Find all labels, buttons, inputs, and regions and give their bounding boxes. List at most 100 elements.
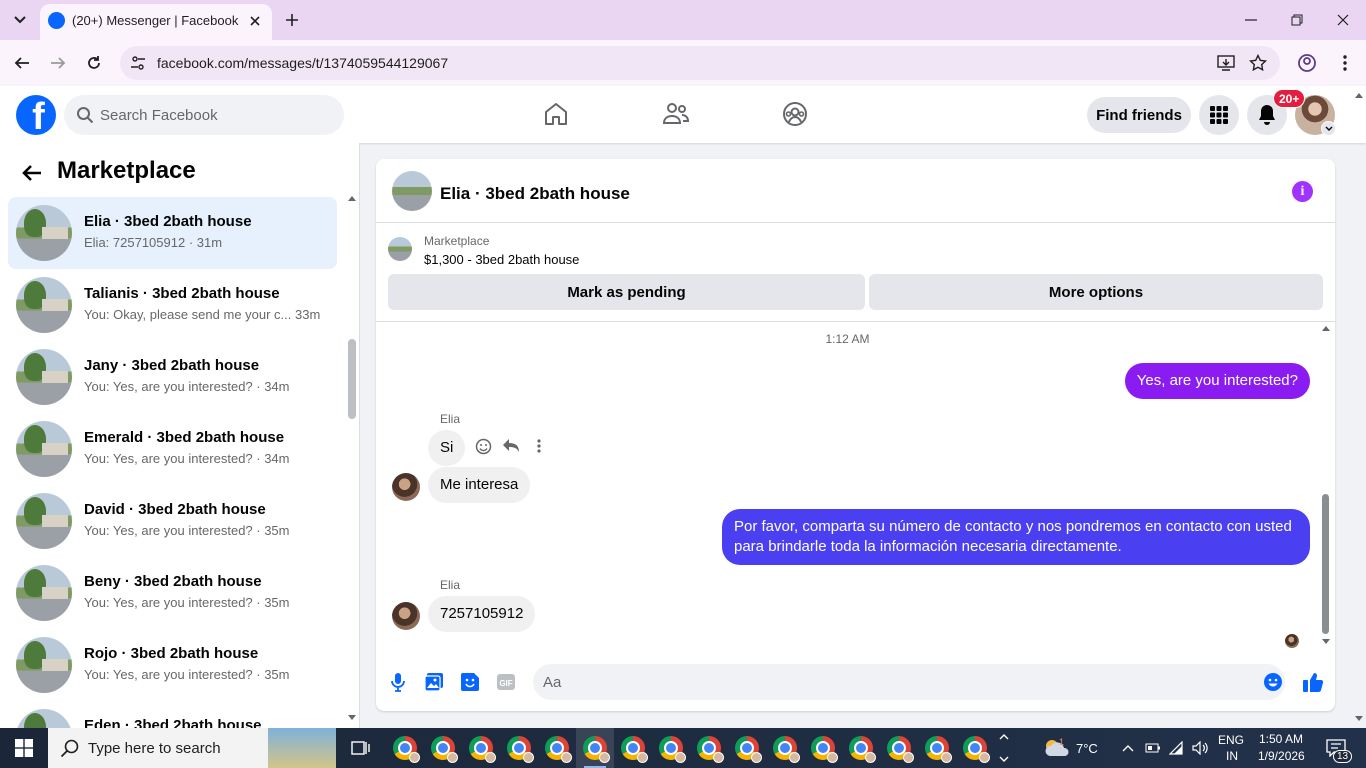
like-thumb-icon[interactable] — [1302, 671, 1324, 693]
chrome-taskbar-icon[interactable] — [766, 728, 804, 768]
chrome-taskbar-icon[interactable] — [424, 728, 462, 768]
friends-icon[interactable] — [662, 100, 690, 128]
chrome-taskbar-icon[interactable] — [386, 728, 424, 768]
tray-chevron-up-icon[interactable] — [1118, 738, 1138, 758]
reply-icon[interactable] — [501, 436, 521, 456]
incoming-message[interactable]: Me interesa — [428, 467, 531, 503]
browser-menu-icon[interactable] — [1333, 51, 1357, 75]
sender-avatar[interactable] — [392, 602, 420, 630]
chrome-taskbar-icon[interactable] — [462, 728, 500, 768]
chrome-taskbar-icon[interactable] — [690, 728, 728, 768]
notification-count-badge: 13 — [1333, 750, 1353, 763]
photo-icon[interactable] — [423, 671, 445, 693]
minimize-icon[interactable] — [1241, 10, 1261, 30]
message-input[interactable] — [533, 664, 1285, 700]
conversation-item[interactable]: Beny · 3bed 2bath house You: Yes, are yo… — [8, 557, 337, 629]
find-friends-button[interactable]: Find friends — [1087, 97, 1191, 133]
chat-title[interactable]: Elia · 3bed 2bath house — [440, 184, 630, 204]
listing-label: Marketplace — [424, 234, 490, 248]
page-scrollbar[interactable] — [1352, 86, 1366, 728]
install-app-icon[interactable] — [1215, 52, 1237, 74]
chrome-taskbar-icon[interactable] — [918, 728, 956, 768]
outgoing-message[interactable]: Por favor, comparta su número de contact… — [722, 509, 1310, 565]
conversation-item[interactable]: Rojo · 3bed 2bath house You: Yes, are yo… — [8, 629, 337, 701]
conversation-item[interactable]: Emerald · 3bed 2bath house You: Yes, are… — [8, 413, 337, 485]
sticker-icon[interactable] — [459, 671, 481, 693]
taskbar-search-placeholder: Type here to search — [88, 740, 221, 757]
forward-arrow-icon[interactable] — [46, 51, 70, 75]
clock-date[interactable]: 1/9/2026 — [1258, 749, 1305, 763]
search-icon — [77, 107, 94, 124]
windows-start-icon[interactable] — [0, 728, 48, 768]
reload-icon[interactable] — [82, 51, 106, 75]
chrome-taskbar-icon[interactable] — [500, 728, 538, 768]
bookmark-star-icon[interactable] — [1247, 52, 1269, 74]
menu-grid-icon[interactable] — [1199, 95, 1239, 135]
mark-as-pending-button[interactable]: Mark as pending — [388, 274, 865, 310]
chevron-down-icon[interactable] — [1321, 121, 1336, 136]
chrome-taskbar-icon[interactable] — [652, 728, 690, 768]
more-options-button[interactable]: More options — [869, 274, 1323, 310]
search-input[interactable] — [100, 95, 330, 135]
site-info-icon[interactable] — [128, 53, 148, 73]
language-line2[interactable]: IN — [1226, 749, 1238, 763]
conversation-item[interactable]: David · 3bed 2bath house You: Yes, are y… — [8, 485, 337, 557]
sidebar-scroll-thumb[interactable] — [348, 339, 356, 419]
battery-icon[interactable] — [1143, 738, 1163, 758]
omnibox[interactable]: facebook.com/messages/t/1374059544129067 — [120, 46, 1280, 80]
url-text[interactable]: facebook.com/messages/t/1374059544129067 — [157, 55, 448, 71]
weather-temp[interactable]: 7°C — [1076, 741, 1098, 756]
conversation-item[interactable]: Talianis · 3bed 2bath house You: Okay, p… — [8, 269, 337, 341]
browser-tab[interactable]: (20+) Messenger | Facebook — [40, 4, 272, 40]
groups-icon[interactable] — [781, 100, 809, 128]
close-tab-icon[interactable] — [246, 12, 264, 30]
sidebar-scrollbar[interactable] — [347, 193, 357, 723]
facebook-logo-icon[interactable]: f — [16, 95, 56, 135]
home-icon[interactable] — [542, 100, 570, 128]
new-tab-icon[interactable] — [282, 10, 302, 30]
chat-scroll-thumb[interactable] — [1322, 494, 1329, 634]
conversation-preview: You: Yes, are you interested? · 35m — [84, 667, 290, 682]
profile-icon[interactable] — [1295, 51, 1319, 75]
task-view-icon[interactable] — [342, 728, 380, 768]
gif-icon[interactable]: GIF — [495, 671, 517, 693]
close-window-icon[interactable] — [1333, 10, 1353, 30]
incoming-message[interactable]: 7257105912 — [428, 596, 536, 632]
back-arrow-icon[interactable] — [20, 161, 44, 185]
outgoing-message[interactable]: Yes, are you interested? — [1124, 363, 1310, 399]
wifi-icon[interactable] — [1168, 738, 1188, 758]
conversation-preview: You: Yes, are you interested? · 35m — [84, 523, 290, 538]
chrome-taskbar-icon[interactable] — [728, 728, 766, 768]
emoji-icon[interactable] — [1262, 671, 1284, 693]
incoming-message[interactable]: Si — [428, 430, 466, 466]
more-actions-icon[interactable] — [529, 436, 549, 456]
weather-cloud-icon[interactable] — [1042, 738, 1070, 758]
volume-icon[interactable] — [1191, 738, 1211, 758]
language-line1[interactable]: ENG — [1218, 733, 1244, 747]
taskbar-search[interactable]: Type here to search — [48, 728, 336, 768]
chat-avatar[interactable] — [392, 171, 432, 211]
taskbar-overflow-arrows-icon[interactable] — [996, 730, 1012, 766]
sender-avatar[interactable] — [392, 473, 420, 501]
react-smiley-icon[interactable] — [473, 436, 493, 456]
chrome-taskbar-icon[interactable] — [956, 728, 994, 768]
tab-search-icon[interactable] — [8, 8, 32, 32]
chrome-taskbar-icon[interactable] — [842, 728, 880, 768]
info-icon[interactable]: i — [1292, 181, 1313, 202]
chrome-taskbar-icon[interactable] — [804, 728, 842, 768]
restore-icon[interactable] — [1287, 10, 1307, 30]
chrome-taskbar-icon[interactable] — [614, 728, 652, 768]
listing-title[interactable]: $1,300 - 3bed 2bath house — [424, 252, 579, 267]
chrome-taskbar-icon-active[interactable] — [576, 728, 614, 768]
conversation-item[interactable]: Eden · 3bed 2bath house — [8, 701, 337, 728]
conversation-item[interactable]: Jany · 3bed 2bath house You: Yes, are yo… — [8, 341, 337, 413]
browser-address-bar: facebook.com/messages/t/1374059544129067 — [0, 40, 1366, 86]
clock-time[interactable]: 1:50 AM — [1259, 732, 1303, 746]
chrome-taskbar-icon[interactable] — [538, 728, 576, 768]
conversation-item[interactable]: Elia · 3bed 2bath house Elia: 7257105912… — [8, 197, 337, 269]
listing-thumbnail[interactable] — [388, 237, 412, 261]
facebook-search[interactable] — [64, 95, 344, 135]
back-arrow-icon[interactable] — [10, 51, 34, 75]
microphone-icon[interactable] — [387, 671, 409, 693]
chrome-taskbar-icon[interactable] — [880, 728, 918, 768]
